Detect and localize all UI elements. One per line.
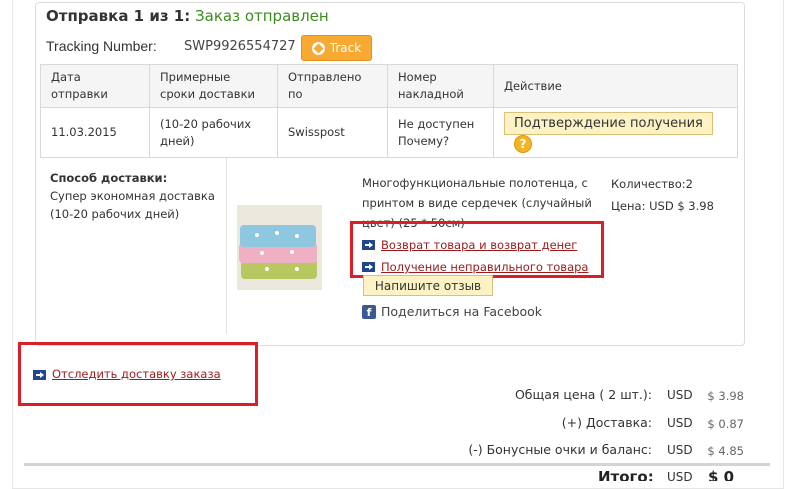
track-button-label: Track [329, 41, 362, 55]
delivery-method-text: Супер экономная доставка (10-20 рабочих … [50, 189, 215, 221]
facebook-icon: f [362, 304, 376, 319]
shipment-title: Отправка 1 из 1: Заказ отправлен [46, 7, 329, 25]
confirm-receipt-button[interactable]: Подтверждение получения [504, 112, 713, 135]
delivery-method: Способ доставки: Супер экономная доставк… [50, 169, 220, 223]
total-row: Итого: USD $ 0 [352, 468, 752, 481]
summary-label: (+) Доставка: [561, 415, 652, 430]
delivery-method-label: Способ доставки: [50, 171, 168, 185]
total-divider [24, 463, 770, 466]
product-price: Цена: USD $ 3.98 [611, 199, 714, 213]
tracking-number: SWP9926554727 [184, 39, 296, 54]
summary-currency: USD [667, 416, 693, 430]
product-quantity: Количество:2 [611, 177, 693, 191]
summary-value: $ 4.85 [707, 444, 744, 458]
total-currency: USD [667, 470, 693, 481]
summary-value: $ 3.98 [707, 389, 744, 403]
divider [226, 158, 227, 334]
shipment-status: Заказ отправлен [195, 7, 329, 25]
track-order-link[interactable]: Отследить доставку заказа [52, 367, 221, 381]
summary-label: (-) Бонусные очки и баланс: [468, 442, 652, 457]
cell-delivery-time: (10-20 рабочих дней) [149, 107, 278, 158]
total-label: Итого: [598, 468, 654, 481]
summary-currency: USD [667, 443, 693, 457]
product-image[interactable] [237, 205, 322, 290]
cell-ship-date: 11.03.2015 [40, 107, 150, 158]
summary-currency: USD [667, 388, 693, 402]
summary-value: $ 0.87 [707, 417, 744, 431]
header-action: Действие [493, 64, 738, 108]
header-ship-date: Дата отправки [40, 64, 150, 108]
header-waybill: Номер накладной [387, 64, 494, 108]
shipment-count: Отправка 1 из 1: [46, 7, 191, 25]
cell-carrier: Swisspost [277, 107, 388, 158]
facebook-share-label: Поделиться на Facebook [381, 304, 543, 319]
product-info: Количество:2 Цена: USD $ 3.98 [611, 173, 714, 217]
write-review-button[interactable]: Напишите отзыв [363, 275, 493, 296]
highlight-box [350, 221, 604, 278]
arrow-right-icon [33, 369, 46, 380]
header-delivery-time: Примерные сроки доставки [149, 64, 278, 108]
track-icon [311, 41, 325, 55]
track-order-row[interactable]: Отследить доставку заказа [33, 367, 221, 381]
tracking-label: Tracking Number: [46, 38, 157, 54]
table-header-row: Дата отправки Примерные сроки доставки О… [40, 64, 738, 108]
table-row: 11.03.2015 (10-20 рабочих дней) Swisspos… [40, 107, 738, 158]
shipment-table: Дата отправки Примерные сроки доставки О… [40, 64, 738, 158]
header-carrier: Отправлено по [277, 64, 388, 108]
help-icon[interactable]: ? [514, 135, 532, 153]
total-value: $ 0 [708, 468, 735, 481]
cell-action: Подтверждение получения? [493, 107, 738, 158]
facebook-share[interactable]: f Поделиться на Facebook [362, 304, 542, 319]
cell-waybill: Не доступен Почему? [387, 107, 494, 158]
track-button[interactable]: Track [301, 35, 372, 61]
summary-label: Общая цена ( 2 шт.): [514, 387, 652, 402]
